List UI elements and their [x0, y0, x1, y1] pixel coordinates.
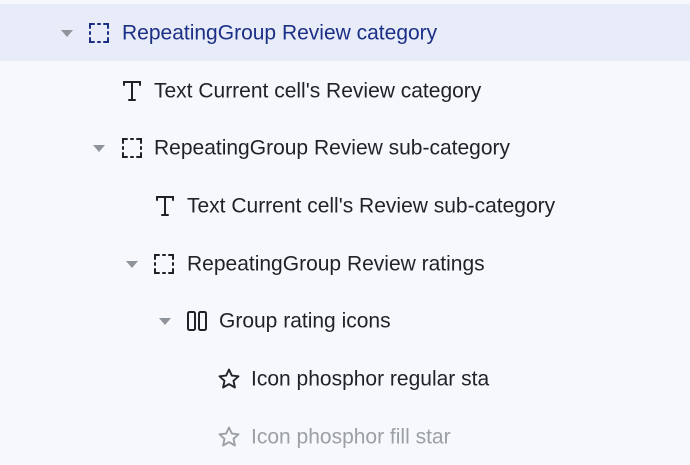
repeating-group-icon — [120, 136, 144, 160]
tree-row-label: Icon phosphor regular sta — [251, 367, 490, 390]
tree-row-repeatinggroup-review-category[interactable]: RepeatingGroup Review category — [0, 4, 690, 61]
tree-row-label: Text Current cell's Review category — [154, 79, 482, 102]
caret-down-icon[interactable] — [159, 317, 171, 325]
group-icon — [185, 309, 209, 333]
text-icon — [120, 79, 144, 103]
tree-row-label: Group rating icons — [219, 309, 391, 332]
tree-row-text-review-sub-category[interactable]: Text Current cell's Review sub-category — [0, 177, 690, 234]
caret-down-icon[interactable] — [61, 29, 73, 37]
star-outline-icon — [217, 425, 241, 449]
tree-row-group-rating-icons[interactable]: Group rating icons — [0, 292, 690, 349]
tree-row-label: Icon phosphor fill star — [251, 425, 451, 448]
tree-row-label: RepeatingGroup Review sub-category — [154, 136, 511, 159]
caret-down-icon[interactable] — [126, 260, 138, 268]
element-tree: RepeatingGroup Review category Text Curr… — [0, 0, 690, 462]
repeating-group-icon — [87, 21, 111, 45]
tree-row-repeatinggroup-review-ratings[interactable]: RepeatingGroup Review ratings — [0, 235, 690, 292]
repeating-group-icon — [152, 252, 176, 276]
tree-row-repeatinggroup-review-sub-category[interactable]: RepeatingGroup Review sub-category — [0, 119, 690, 176]
tree-row-label: Text Current cell's Review sub-category — [187, 194, 556, 217]
text-icon — [153, 194, 177, 218]
tree-row-icon-phosphor-fill-star[interactable]: Icon phosphor fill star — [0, 408, 690, 465]
tree-row-icon-phosphor-regular-star[interactable]: Icon phosphor regular sta — [0, 350, 690, 407]
tree-row-label: RepeatingGroup Review ratings — [187, 252, 485, 275]
star-outline-icon — [217, 367, 241, 391]
tree-row-text-review-category[interactable]: Text Current cell's Review category — [0, 62, 690, 119]
tree-row-label: RepeatingGroup Review category — [122, 21, 438, 44]
caret-down-icon[interactable] — [93, 144, 105, 152]
